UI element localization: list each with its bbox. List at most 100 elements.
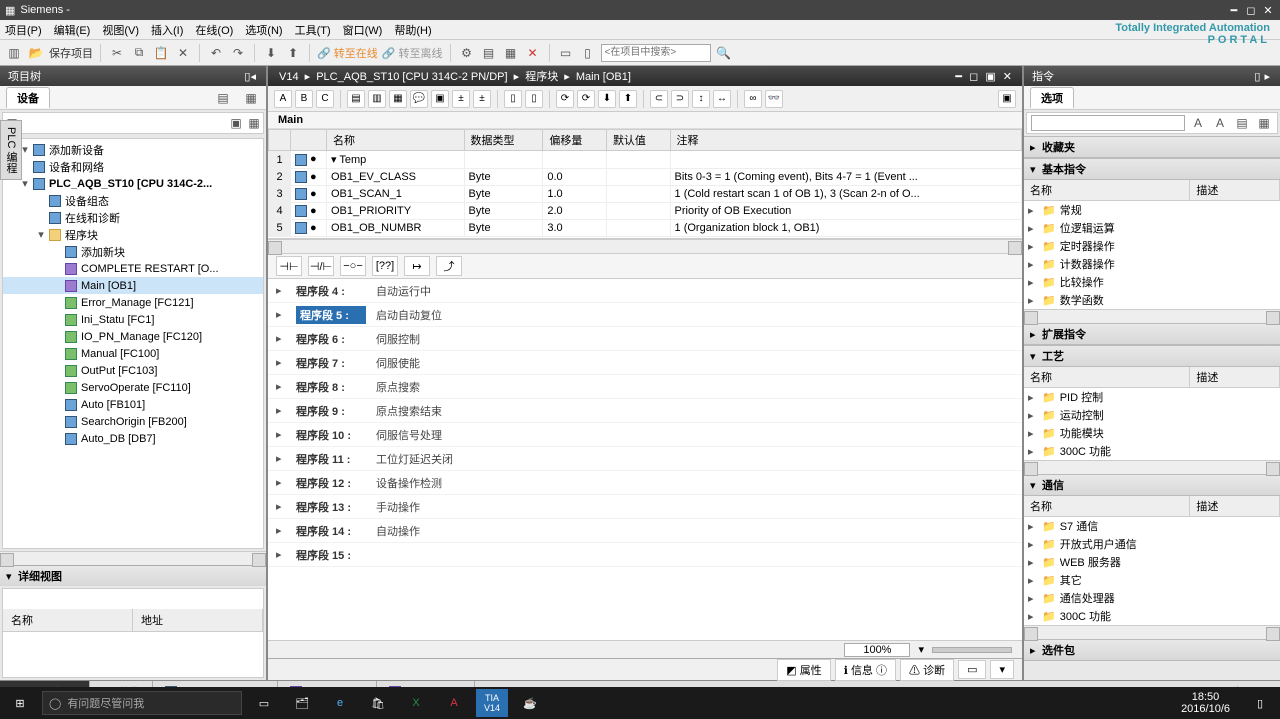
inst-icon[interactable]: A bbox=[1189, 114, 1207, 132]
tree-item[interactable]: Ini_Statu [FC1] bbox=[3, 311, 263, 328]
instruction-item[interactable]: ▸📁PID 控制 bbox=[1024, 388, 1280, 406]
tree-item[interactable]: COMPLETE RESTART [O... bbox=[3, 260, 263, 277]
network-row[interactable]: ▸程序段 14 :自动操作 bbox=[268, 519, 1022, 543]
tree-item[interactable]: Auto [FB101] bbox=[3, 396, 263, 413]
instruction-item[interactable]: ▸📁计数器操作 bbox=[1024, 255, 1280, 273]
menu-edit[interactable]: 编辑(E) bbox=[54, 22, 91, 38]
toolbar-icon-a[interactable]: ⚙ bbox=[458, 44, 476, 62]
tree-toolbar-icon-b[interactable]: ▦ bbox=[245, 114, 263, 132]
acc-optpack[interactable]: ▸选件包 bbox=[1024, 639, 1280, 661]
info-tab[interactable]: ℹ 信息 ⓘ bbox=[835, 659, 896, 681]
acc-favorites[interactable]: ▸收藏夹 bbox=[1024, 136, 1280, 158]
instruction-item[interactable]: ▸📁定时器操作 bbox=[1024, 237, 1280, 255]
diagnostics-tab[interactable]: ⚠ 诊断 bbox=[900, 659, 954, 681]
lad-button[interactable]: ⊣/⊢ bbox=[308, 256, 334, 276]
table-row[interactable]: 1 ●▾ Temp bbox=[269, 151, 1022, 169]
toolbar-icon-b[interactable]: ▤ bbox=[480, 44, 498, 62]
ed-icon[interactable]: ∞ bbox=[744, 90, 762, 108]
lad-button[interactable]: ⤴ bbox=[436, 256, 462, 276]
menu-tools[interactable]: 工具(T) bbox=[295, 22, 331, 38]
network-row[interactable]: ▸程序段 7 :伺服使能 bbox=[268, 351, 1022, 375]
side-tab-plc[interactable]: PLC 编程 bbox=[0, 120, 22, 180]
right-collapse-icon[interactable]: ▸ bbox=[1262, 71, 1272, 83]
edge-icon[interactable]: e bbox=[324, 689, 356, 717]
detail-view-header[interactable]: ▾ 详细视图 bbox=[0, 565, 266, 586]
tree-item[interactable]: IO_PN_Manage [FC120] bbox=[3, 328, 263, 345]
copy-icon[interactable]: ⧉ bbox=[130, 44, 148, 62]
search-go-icon[interactable]: 🔍 bbox=[715, 44, 733, 62]
tree-item[interactable]: ▾PLC_AQB_ST10 [CPU 314C-2... bbox=[3, 175, 263, 192]
close-button[interactable]: ✕ bbox=[1261, 4, 1275, 17]
excel-icon[interactable]: X bbox=[400, 689, 432, 717]
network-row[interactable]: ▸程序段 13 :手动操作 bbox=[268, 495, 1022, 519]
acc-comm[interactable]: ▾通信 bbox=[1024, 474, 1280, 496]
menu-project[interactable]: 项目(P) bbox=[5, 22, 42, 38]
paste-icon[interactable]: 📋 bbox=[152, 44, 170, 62]
ed-icon[interactable]: ▯ bbox=[525, 90, 543, 108]
inst-icon[interactable]: ▤ bbox=[1233, 114, 1251, 132]
tree-item[interactable]: 添加新块 bbox=[3, 243, 263, 260]
tia-icon[interactable]: TIAV14 bbox=[476, 689, 508, 717]
ed-icon[interactable]: ± bbox=[452, 90, 470, 108]
go-offline-button[interactable]: 🔗 转至离线 bbox=[382, 45, 443, 61]
menu-insert[interactable]: 插入(I) bbox=[151, 22, 183, 38]
acc-tech[interactable]: ▾工艺 bbox=[1024, 345, 1280, 367]
ed-icon-fullscreen[interactable]: ▣ bbox=[998, 90, 1016, 108]
ed-icon[interactable]: 💬 bbox=[410, 90, 428, 108]
network-row[interactable]: ▸程序段 15 : bbox=[268, 543, 1022, 567]
cut-icon[interactable]: ✂ bbox=[108, 44, 126, 62]
tree-item[interactable]: SearchOrigin [FB200] bbox=[3, 413, 263, 430]
network-row[interactable]: ▸程序段 8 :原点搜索 bbox=[268, 375, 1022, 399]
store-icon[interactable]: 🛍 bbox=[362, 689, 394, 717]
instruction-item[interactable]: ▸📁比较操作 bbox=[1024, 273, 1280, 291]
ed-icon[interactable]: ▤ bbox=[347, 90, 365, 108]
network-row[interactable]: ▸程序段 9 :原点搜索结束 bbox=[268, 399, 1022, 423]
tech-hscroll[interactable] bbox=[1024, 460, 1280, 474]
minimize-button[interactable]: ━ bbox=[1227, 4, 1241, 17]
delete-icon[interactable]: ✕ bbox=[174, 44, 192, 62]
toolbar-icon-f[interactable]: ▯ bbox=[579, 44, 597, 62]
ed-icon[interactable]: ↕ bbox=[692, 90, 710, 108]
download-icon[interactable]: ⬇ bbox=[262, 44, 280, 62]
lad-button[interactable]: ⊣⊢ bbox=[276, 256, 302, 276]
toolbar-icon-d[interactable]: ✕ bbox=[524, 44, 542, 62]
editor-min-icon[interactable]: ━ bbox=[953, 71, 964, 83]
table-row[interactable]: 3 ●OB1_SCAN_1Byte1.01 (Cold restart scan… bbox=[269, 186, 1022, 203]
instruction-item[interactable]: ▸📁S7 通信 bbox=[1024, 517, 1280, 535]
tree-item[interactable]: ▾添加新设备 bbox=[3, 141, 263, 158]
explorer-icon[interactable]: 🗂 bbox=[286, 689, 318, 717]
instruction-item[interactable]: ▸📁数学函数 bbox=[1024, 291, 1280, 309]
tree-hscroll[interactable] bbox=[0, 551, 266, 565]
tree-item[interactable]: OutPut [FC103] bbox=[3, 362, 263, 379]
ed-icon[interactable]: 👓 bbox=[765, 90, 783, 108]
notification-icon[interactable]: ▯ bbox=[1244, 689, 1276, 717]
redo-icon[interactable]: ↷ bbox=[229, 44, 247, 62]
app-icon[interactable]: ☕ bbox=[514, 689, 546, 717]
vartable-hscroll[interactable] bbox=[268, 239, 1022, 253]
table-row[interactable]: 4 ●OB1_PRIORITYByte2.0Priority of OB Exe… bbox=[269, 203, 1022, 220]
menu-window[interactable]: 窗口(W) bbox=[343, 22, 383, 38]
instruction-item[interactable]: ▸📁开放式用户通信 bbox=[1024, 535, 1280, 553]
pdf-icon[interactable]: A bbox=[438, 689, 470, 717]
ed-icon[interactable]: C bbox=[316, 90, 334, 108]
networks-list[interactable]: ▸程序段 4 :自动运行中▸程序段 5 :启动自动复位▸程序段 6 :伺服控制▸… bbox=[268, 279, 1022, 640]
undo-icon[interactable]: ↶ bbox=[207, 44, 225, 62]
tree-item[interactable]: ▾程序块 bbox=[3, 226, 263, 243]
lad-button[interactable]: −○− bbox=[340, 256, 366, 276]
toolbar-icon-c[interactable]: ▦ bbox=[502, 44, 520, 62]
maximize-button[interactable]: ◻ bbox=[1244, 4, 1258, 17]
network-row[interactable]: ▸程序段 11 :工位灯延迟关闭 bbox=[268, 447, 1022, 471]
ed-icon[interactable]: ⊃ bbox=[671, 90, 689, 108]
menu-online[interactable]: 在线(O) bbox=[195, 22, 233, 38]
network-row[interactable]: ▸程序段 6 :伺服控制 bbox=[268, 327, 1022, 351]
options-tab[interactable]: 选项 bbox=[1030, 87, 1074, 108]
acc-ext[interactable]: ▸扩展指令 bbox=[1024, 323, 1280, 345]
acc-basic[interactable]: ▾基本指令 bbox=[1024, 158, 1280, 180]
editor-max-icon[interactable]: ▣ bbox=[983, 71, 997, 83]
basic-hscroll[interactable] bbox=[1024, 309, 1280, 323]
ed-icon[interactable]: ⬆ bbox=[619, 90, 637, 108]
taskview-icon[interactable]: ▭ bbox=[248, 689, 280, 717]
tree-item[interactable]: Error_Manage [FC121] bbox=[3, 294, 263, 311]
cortana-search[interactable]: ◯ 有问题尽管问我 bbox=[42, 691, 242, 715]
network-row[interactable]: ▸程序段 12 :设备操作检测 bbox=[268, 471, 1022, 495]
